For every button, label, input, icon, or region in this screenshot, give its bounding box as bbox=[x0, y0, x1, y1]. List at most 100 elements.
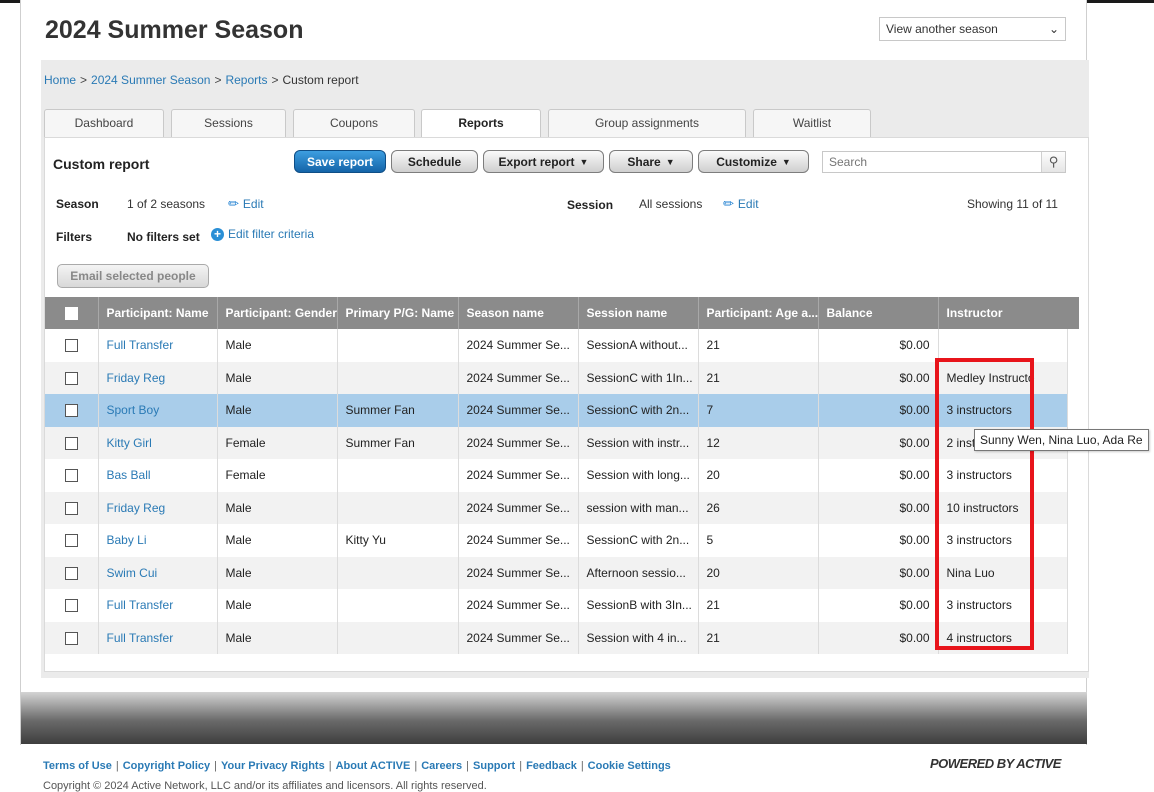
footer-link-support[interactable]: Support bbox=[473, 760, 515, 772]
tab-sessions[interactable]: Sessions bbox=[171, 109, 286, 137]
row-select-cell bbox=[45, 524, 99, 557]
row-checkbox[interactable] bbox=[64, 404, 78, 418]
footer-link-copyright[interactable]: Copyright Policy bbox=[123, 760, 210, 772]
season-label: Season bbox=[56, 197, 99, 211]
season-edit-link[interactable]: ✏ Edit bbox=[228, 196, 264, 212]
row-checkbox[interactable] bbox=[64, 599, 78, 613]
season-select[interactable]: View another season ⌄ bbox=[879, 17, 1066, 41]
breadcrumb-current: Custom report bbox=[282, 73, 359, 87]
table-scrollbar[interactable] bbox=[1067, 297, 1079, 329]
table-row[interactable]: Friday Reg Male 2024 Summer Se... session w… bbox=[45, 491, 1068, 524]
table-row[interactable]: Full Transfer Male 2024 Summer Se... Sessio… bbox=[45, 329, 1068, 362]
footer-link-about[interactable]: About ACTIVE bbox=[336, 760, 411, 772]
row-checkbox[interactable] bbox=[64, 566, 78, 580]
cell-instructor: Medley Instructo bbox=[938, 361, 1068, 394]
cell-name[interactable]: Friday Reg bbox=[98, 491, 218, 524]
row-checkbox[interactable] bbox=[64, 501, 78, 515]
table-row[interactable]: Bas Ball Female 2024 Summer Se... Session w… bbox=[45, 459, 1068, 492]
table-header-row: Participant: Name Participant: Gender Pr… bbox=[45, 297, 1068, 329]
table-row[interactable]: Sport Boy Male Summer Fan 2024 Summer Se...… bbox=[45, 394, 1068, 427]
row-checkbox[interactable] bbox=[64, 371, 78, 385]
footer-link-careers[interactable]: Careers bbox=[421, 760, 462, 772]
row-checkbox[interactable] bbox=[64, 534, 78, 548]
tab-dashboard[interactable]: Dashboard bbox=[44, 109, 164, 137]
cell-age: 20 bbox=[698, 556, 819, 589]
breadcrumb-home[interactable]: Home bbox=[44, 73, 76, 87]
tab-reports[interactable]: Reports bbox=[421, 109, 541, 138]
cell-gender: Male bbox=[217, 556, 338, 589]
footer-link-cookies[interactable]: Cookie Settings bbox=[588, 760, 671, 772]
breadcrumb-reports[interactable]: Reports bbox=[225, 73, 267, 87]
cell-age: 21 bbox=[698, 329, 819, 362]
showing-count: Showing 11 of 11 bbox=[967, 197, 1058, 211]
customize-button[interactable]: Customize ▼ bbox=[698, 150, 809, 173]
cell-name[interactable]: Sport Boy bbox=[98, 394, 218, 427]
row-checkbox[interactable] bbox=[64, 469, 78, 483]
caret-down-icon: ▼ bbox=[579, 156, 589, 167]
cell-name[interactable]: Baby Li bbox=[98, 524, 218, 557]
row-select-cell bbox=[45, 459, 99, 492]
table-row[interactable]: Friday Reg Male 2024 Summer Se... SessionC … bbox=[45, 361, 1068, 394]
cell-gender: Male bbox=[217, 361, 338, 394]
cell-name[interactable]: Friday Reg bbox=[98, 361, 218, 394]
cell-gender: Male bbox=[217, 524, 338, 557]
select-all-checkbox[interactable] bbox=[64, 307, 78, 321]
cell-session: Session with long... bbox=[578, 459, 699, 492]
cell-session: session with man... bbox=[578, 491, 699, 524]
tab-coupons[interactable]: Coupons bbox=[293, 109, 415, 137]
instructor-tooltip: Sunny Wen, Nina Luo, Ada Re bbox=[974, 429, 1149, 451]
footer-link-privacy[interactable]: Your Privacy Rights bbox=[221, 760, 325, 772]
edit-filter-link[interactable]: + Edit filter criteria bbox=[211, 227, 314, 241]
cell-name[interactable]: Full Transfer bbox=[98, 589, 218, 622]
chevron-down-icon: ⌄ bbox=[1048, 22, 1059, 36]
table-row[interactable]: Full Transfer Male 2024 Summer Se... Sessio… bbox=[45, 621, 1068, 654]
column-header[interactable]: Session name bbox=[578, 297, 699, 329]
cell-name[interactable]: Full Transfer bbox=[98, 621, 218, 654]
cell-age: 21 bbox=[698, 621, 819, 654]
row-checkbox[interactable] bbox=[64, 436, 78, 450]
cell-name[interactable]: Bas Ball bbox=[98, 459, 218, 492]
session-edit-link[interactable]: ✏ Edit bbox=[723, 196, 759, 212]
cell-name[interactable]: Kitty Girl bbox=[98, 426, 218, 459]
column-header[interactable]: Participant: Name bbox=[98, 297, 218, 329]
schedule-button[interactable]: Schedule bbox=[391, 150, 478, 173]
cell-name[interactable]: Full Transfer bbox=[98, 329, 218, 362]
plus-icon: + bbox=[211, 227, 224, 241]
save-report-button[interactable]: Save report bbox=[294, 150, 386, 173]
cell-gender: Male bbox=[217, 394, 338, 427]
tab-group-assignments[interactable]: Group assignments bbox=[548, 109, 746, 137]
report-title: Custom report bbox=[53, 156, 150, 172]
cell-pg: Summer Fan bbox=[337, 394, 459, 427]
search-icon[interactable]: ⚲ bbox=[1041, 152, 1065, 172]
breadcrumb-season[interactable]: 2024 Summer Season bbox=[91, 73, 210, 87]
cell-name[interactable]: Swim Cui bbox=[98, 556, 218, 589]
column-header[interactable]: Participant: Age a... bbox=[698, 297, 819, 329]
row-select-cell bbox=[45, 361, 99, 394]
cell-gender: Male bbox=[217, 621, 338, 654]
search-input[interactable] bbox=[823, 152, 1041, 172]
table-row[interactable]: Baby Li Male Kitty Yu 2024 Summer Se... Sess… bbox=[45, 524, 1068, 557]
row-checkbox[interactable] bbox=[64, 631, 78, 645]
column-header[interactable]: Primary P/G: Name bbox=[337, 297, 459, 329]
share-button[interactable]: Share ▼ bbox=[609, 150, 693, 173]
column-header[interactable]: Balance bbox=[818, 297, 939, 329]
export-report-button[interactable]: Export report ▼ bbox=[483, 150, 604, 173]
cell-gender: Male bbox=[217, 589, 338, 622]
column-header[interactable]: Instructor bbox=[938, 297, 1068, 329]
tab-waitlist[interactable]: Waitlist bbox=[753, 109, 871, 137]
cell-pg: Summer Fan bbox=[337, 426, 459, 459]
table-row[interactable]: Swim Cui Male 2024 Summer Se... Afternoon s… bbox=[45, 556, 1068, 589]
email-selected-button[interactable]: Email selected people bbox=[57, 264, 209, 288]
season-select-value: View another season bbox=[886, 22, 998, 36]
cell-session: Afternoon sessio... bbox=[578, 556, 699, 589]
footer-link-terms[interactable]: Terms of Use bbox=[43, 760, 112, 772]
cell-instructor: 3 instructors bbox=[938, 589, 1068, 622]
column-header[interactable]: Season name bbox=[458, 297, 579, 329]
column-header[interactable]: Participant: Gender bbox=[217, 297, 338, 329]
row-checkbox[interactable] bbox=[64, 339, 78, 353]
footer-link-feedback[interactable]: Feedback bbox=[526, 760, 577, 772]
table-row[interactable]: Full Transfer Male 2024 Summer Se... Sessio… bbox=[45, 589, 1068, 622]
cell-balance: $0.00 bbox=[818, 426, 939, 459]
table-row[interactable]: Kitty Girl Female Summer Fan 2024 Summer Se… bbox=[45, 426, 1068, 459]
season-value: 1 of 2 seasons bbox=[127, 197, 206, 211]
